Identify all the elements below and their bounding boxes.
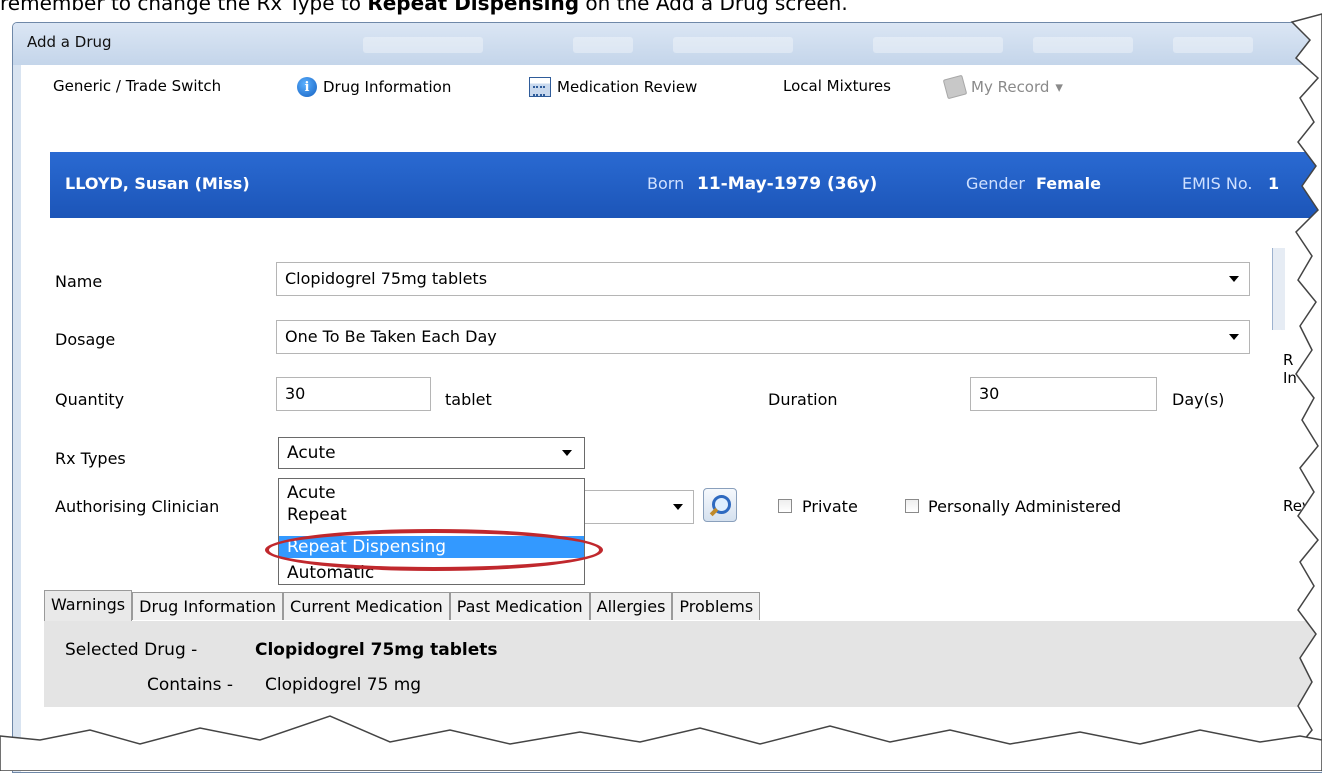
generic-trade-switch-button[interactable]: Generic / Trade Switch — [53, 77, 221, 95]
background-ghost — [673, 37, 793, 53]
background-ghost — [1033, 37, 1133, 53]
medication-review-button[interactable]: Medication Review — [529, 77, 697, 97]
rx-types-selected: Acute — [287, 443, 336, 463]
generic-trade-switch-label: Generic / Trade Switch — [53, 77, 222, 95]
drug-information-button[interactable]: i Drug Information — [297, 77, 451, 97]
toolbar: Generic / Trade Switch i Drug Informatio… — [21, 65, 1321, 107]
personally-administered-label: Personally Administered — [928, 497, 1122, 516]
side-fragment-r: R — [1283, 351, 1294, 369]
gender-value: Female — [1036, 174, 1101, 193]
duration-input[interactable]: 30 — [970, 377, 1157, 411]
tab-drug-information[interactable]: Drug Information — [132, 592, 284, 620]
contains-label: Contains - — [147, 675, 234, 695]
tab-strip: Warnings Drug Information Current Medica… — [44, 590, 761, 622]
highlight-ring — [265, 529, 603, 571]
selected-drug-value: Clopidogrel 75mg tablets — [255, 640, 498, 660]
duration-label: Duration — [768, 390, 838, 409]
window-title: Add a Drug — [27, 33, 112, 51]
rx-types-label: Rx Types — [55, 449, 126, 468]
dosage-value: One To Be Taken Each Day — [285, 327, 497, 346]
chevron-down-icon — [673, 504, 683, 510]
rx-types-dropdown[interactable]: Acute — [278, 437, 585, 469]
dosage-label: Dosage — [55, 330, 116, 349]
patient-banner: LLOYD, Susan (Miss) Born 11-May-1979 (36… — [50, 152, 1322, 218]
selected-drug-label: Selected Drug - — [65, 640, 198, 660]
background-ghost — [573, 37, 633, 53]
chevron-down-icon — [562, 450, 572, 456]
quantity-unit: tablet — [445, 390, 492, 409]
caption-suffix: on the Add a Drug screen. — [579, 0, 848, 15]
caption-prefix: remember to change the Rx Type to — [0, 0, 368, 15]
contains-value: Clopidogrel 75 mg — [265, 675, 422, 695]
calendar-icon — [529, 77, 551, 97]
emis-label: EMIS No. — [1182, 174, 1253, 193]
window-titlebar: Add a Drug — [13, 23, 1322, 65]
private-label: Private — [802, 497, 858, 516]
gender-label: Gender — [966, 174, 1025, 193]
rx-option-acute[interactable]: Acute — [279, 482, 584, 504]
name-label: Name — [55, 272, 103, 291]
drug-information-label: Drug Information — [323, 78, 452, 96]
clinician-search-button[interactable] — [703, 488, 737, 522]
tab-warnings[interactable]: Warnings — [44, 590, 133, 621]
chevron-down-icon — [1229, 334, 1239, 340]
instruction-caption: remember to change the Rx Type to Repeat… — [0, 0, 848, 15]
rx-option-repeat[interactable]: Repeat — [279, 504, 584, 526]
quantity-input[interactable]: 30 — [276, 377, 431, 411]
dosage-dropdown[interactable]: One To Be Taken Each Day — [276, 320, 1250, 354]
side-fragment-in: In — [1283, 369, 1297, 387]
tab-current-medication[interactable]: Current Medication — [283, 592, 450, 620]
born-label: Born — [647, 174, 685, 193]
background-ghost — [1173, 37, 1253, 53]
patient-name: LLOYD, Susan (Miss) — [65, 174, 250, 193]
my-record-label: My Record — [971, 78, 1050, 96]
background-ghost — [363, 37, 483, 53]
private-checkbox[interactable] — [778, 499, 792, 513]
drug-name-dropdown[interactable]: Clopidogrel 75mg tablets — [276, 262, 1250, 296]
chevron-down-icon — [1229, 276, 1239, 282]
record-icon — [942, 74, 968, 100]
drug-name-value: Clopidogrel 75mg tablets — [285, 269, 488, 288]
side-panel-edge — [1272, 248, 1285, 330]
medication-review-label: Medication Review — [557, 78, 698, 96]
tab-allergies[interactable]: Allergies — [589, 592, 673, 620]
local-mixtures-label: Local Mixtures — [783, 77, 891, 95]
born-value: 11-May-1979 (36y) — [697, 174, 878, 194]
background-ghost — [873, 37, 1003, 53]
tab-past-medication[interactable]: Past Medication — [449, 592, 590, 620]
info-icon: i — [297, 77, 317, 97]
warnings-panel: Selected Drug - Clopidogrel 75mg tablets… — [44, 621, 1322, 707]
emis-value: 1 — [1268, 174, 1280, 193]
quantity-label: Quantity — [55, 390, 125, 409]
duration-unit: Day(s) — [1172, 390, 1225, 409]
authorising-clinician-label: Authorising Clinician — [55, 497, 220, 516]
caption-emphasis: Repeat Dispensing — [367, 0, 580, 15]
chevron-down-icon: ▾ — [1055, 78, 1063, 96]
personally-administered-checkbox[interactable] — [905, 499, 919, 513]
tab-problems[interactable]: Problems — [672, 592, 761, 620]
authorising-clinician-dropdown[interactable] — [580, 490, 694, 524]
local-mixtures-button[interactable]: Local Mixtures — [783, 77, 891, 95]
side-fragment-rev: Rev — [1283, 497, 1311, 515]
my-record-button[interactable]: My Record ▾ — [942, 74, 1063, 100]
